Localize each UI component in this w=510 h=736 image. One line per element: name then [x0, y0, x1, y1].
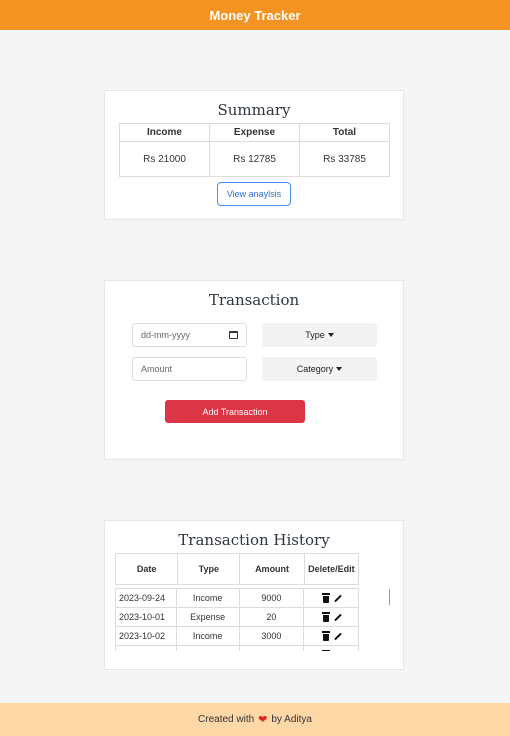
trash-icon[interactable] — [322, 611, 331, 622]
date-header: Date — [116, 554, 179, 584]
income-header: Income — [119, 123, 210, 142]
table-row: 2023-10-01 Expense 15 — [115, 645, 359, 651]
caret-down-icon — [327, 333, 334, 337]
history-card: Transaction History Date Type Amount Del… — [104, 520, 404, 670]
caret-down-icon — [336, 367, 343, 371]
row-amount: 20 — [240, 608, 305, 626]
row-actions — [304, 646, 359, 651]
transaction-card: Transaction dd-mm-yyyy Type Amount Categ… — [104, 280, 404, 460]
summary-title: Summary — [217, 101, 291, 119]
date-placeholder: dd-mm-yyyy — [141, 330, 190, 340]
income-value: Rs 21000 — [119, 141, 210, 177]
footer: Created with ❤ by Aditya — [0, 703, 510, 736]
row-actions — [304, 589, 359, 607]
calendar-icon[interactable] — [229, 331, 238, 339]
row-date: 2023-10-01 — [115, 608, 177, 626]
amount-header: Amount — [240, 554, 305, 584]
total-value: Rs 33785 — [299, 141, 390, 177]
type-dropdown[interactable]: Type — [262, 323, 377, 347]
category-dropdown[interactable]: Category — [262, 357, 377, 381]
summary-table: Income Expense Total Rs 21000 Rs 12785 R… — [119, 123, 390, 177]
row-actions — [304, 627, 359, 645]
row-type: Expense — [177, 646, 240, 651]
row-actions — [304, 608, 359, 626]
history-scrollbar[interactable] — [389, 589, 390, 605]
total-header: Total — [299, 123, 390, 142]
trash-icon[interactable] — [322, 630, 331, 641]
trash-icon[interactable] — [322, 592, 331, 603]
transaction-title: Transaction — [208, 291, 300, 309]
row-type: Income — [177, 627, 240, 645]
row-type: Income — [177, 589, 240, 607]
footer-prefix: Created with — [198, 714, 255, 725]
history-body: 2023-09-24 Income 9000 2023-10-01 Expens… — [115, 588, 359, 651]
amount-input[interactable]: Amount — [132, 357, 247, 381]
expense-header: Expense — [209, 123, 300, 142]
amount-placeholder: Amount — [141, 364, 173, 374]
history-table[interactable]: Date Type Amount Delete/Edit 2023-09-24 … — [115, 553, 359, 651]
table-row: 2023-09-24 Income 9000 — [115, 588, 359, 607]
app-title: Money Tracker — [209, 7, 301, 23]
row-date: 2023-09-24 — [115, 589, 177, 607]
row-amount: 15 — [240, 646, 305, 651]
pencil-icon[interactable] — [334, 594, 342, 602]
footer-suffix: by Aditya — [271, 714, 312, 725]
summary-card: Summary Income Expense Total Rs 21000 Rs… — [104, 90, 404, 220]
table-row: 2023-10-01 Expense 20 — [115, 607, 359, 626]
history-title: Transaction History — [178, 531, 330, 549]
row-date: 2023-10-01 — [115, 646, 177, 651]
app-header: Money Tracker — [0, 0, 510, 30]
history-header-row: Date Type Amount Delete/Edit — [115, 553, 359, 585]
type-label: Type — [305, 330, 325, 340]
row-amount: 9000 — [240, 589, 305, 607]
view-analysis-button[interactable]: View anaylsis — [217, 182, 291, 206]
date-input[interactable]: dd-mm-yyyy — [132, 323, 247, 347]
row-amount: 3000 — [240, 627, 305, 645]
category-label: Category — [296, 364, 334, 374]
add-transaction-button[interactable]: Add Transaction — [165, 400, 305, 423]
pencil-icon[interactable] — [334, 613, 342, 621]
row-date: 2023-10-02 — [115, 627, 177, 645]
expense-value: Rs 12785 — [209, 141, 300, 177]
actions-header: Delete/Edit — [308, 564, 355, 574]
type-header: Type — [178, 554, 241, 584]
pencil-icon[interactable] — [334, 632, 342, 640]
heart-icon: ❤ — [258, 714, 268, 726]
table-row: 2023-10-02 Income 3000 — [115, 626, 359, 645]
row-type: Expense — [177, 608, 240, 626]
